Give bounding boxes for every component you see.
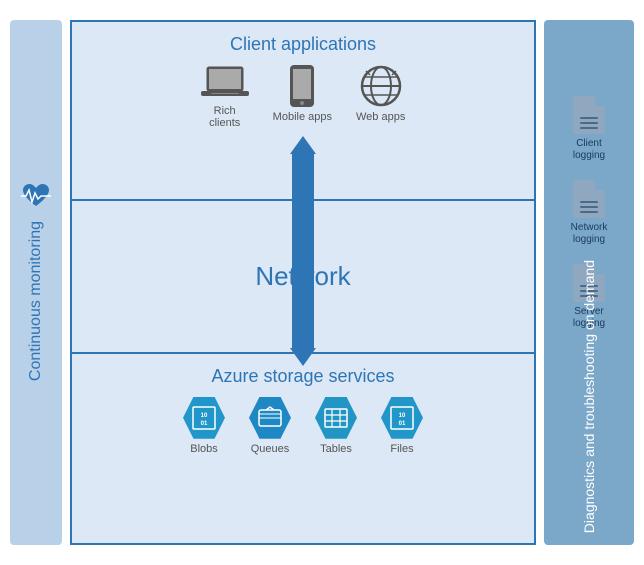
- rich-clients-label: Richclients: [209, 105, 240, 129]
- mobile-apps-label: Mobile apps: [273, 111, 332, 123]
- client-logging-item: Clientlogging: [573, 96, 605, 162]
- laptop-icon: [201, 65, 249, 101]
- files-label: Files: [390, 443, 413, 455]
- queues-icon: [249, 397, 291, 439]
- files-item: 10 01 Files: [381, 397, 423, 455]
- right-bar-text-container: Diagnostics and troubleshooting on deman…: [581, 393, 597, 533]
- svg-text:10: 10: [399, 413, 406, 419]
- network-logging-item: Networklogging: [571, 180, 608, 246]
- queues-item: Queues: [249, 397, 291, 455]
- left-bar-label: Continuous monitoring: [27, 221, 45, 381]
- mobile-icon: [288, 65, 316, 107]
- right-sidebar: Clientlogging Networklogging: [544, 20, 634, 545]
- storage-section: Azure storage services 10 01 Blobs: [70, 352, 536, 545]
- network-section: Network: [70, 199, 536, 352]
- continuous-monitoring-bar: Continuous monitoring: [10, 20, 62, 545]
- right-bar-label: Diagnostics and troubleshooting on deman…: [581, 260, 597, 533]
- network-logging-icon: [573, 180, 605, 218]
- globe-icon: [360, 65, 402, 107]
- svg-text:01: 01: [399, 421, 406, 427]
- tables-item: Tables: [315, 397, 357, 455]
- client-logging-label: Clientlogging: [573, 138, 605, 162]
- mobile-apps-item: Mobile apps: [273, 65, 332, 129]
- tables-icon: [315, 397, 357, 439]
- blobs-icon: 10 01: [183, 397, 225, 439]
- tables-label: Tables: [320, 443, 352, 455]
- queues-label: Queues: [251, 443, 290, 455]
- client-title: Client applications: [88, 34, 518, 55]
- svg-text:10: 10: [201, 413, 208, 419]
- client-icons-row: Richclients Mobile apps: [88, 65, 518, 129]
- storage-icons-row: 10 01 Blobs: [88, 397, 518, 455]
- client-logging-icon: [573, 96, 605, 134]
- web-apps-label: Web apps: [356, 111, 405, 123]
- blobs-label: Blobs: [190, 443, 218, 455]
- center-column: Client applications Richclients: [70, 20, 536, 545]
- arrow-head-up: [290, 136, 316, 154]
- arrow-head-down: [290, 348, 316, 366]
- web-apps-item: Web apps: [356, 65, 405, 129]
- rich-clients-item: Richclients: [201, 65, 249, 129]
- storage-title: Azure storage services: [88, 366, 518, 387]
- heart-icon: [21, 183, 51, 209]
- svg-text:01: 01: [201, 421, 208, 427]
- files-icon: 10 01: [381, 397, 423, 439]
- network-logging-label: Networklogging: [571, 222, 608, 246]
- blobs-item: 10 01 Blobs: [183, 397, 225, 455]
